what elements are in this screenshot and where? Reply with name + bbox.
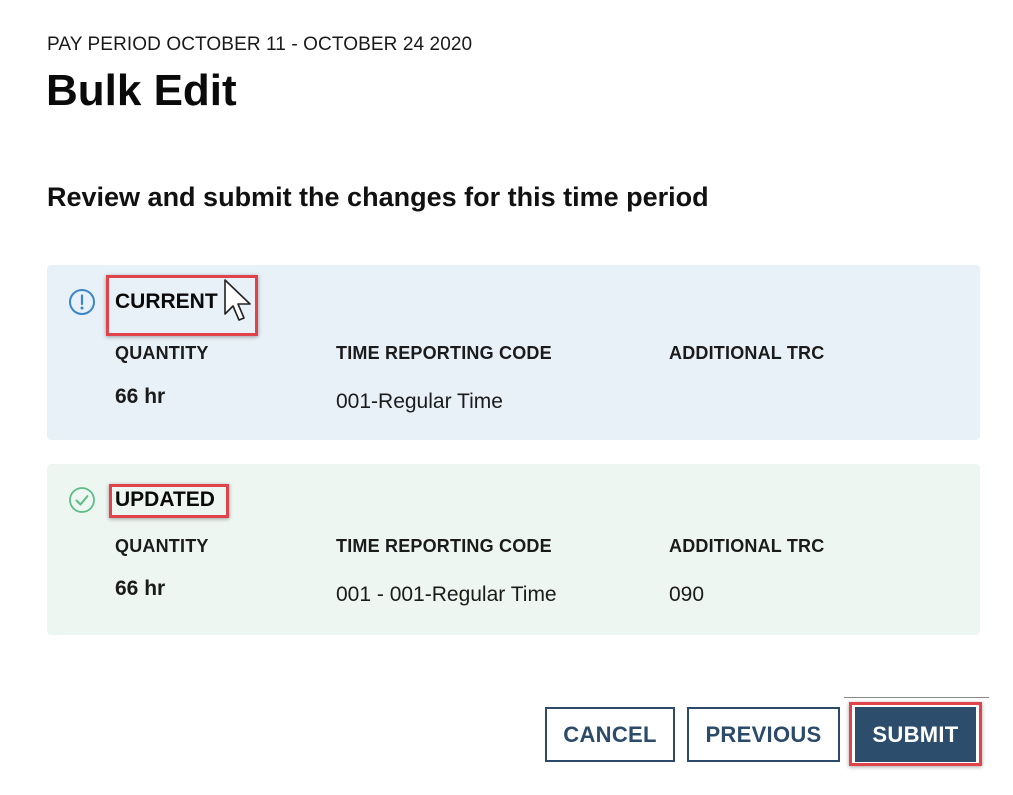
previous-button[interactable]: PREVIOUS [687,707,840,762]
page-title: Bulk Edit [46,66,237,115]
submit-highlight-box [849,702,982,766]
updated-additional-trc: 090 [669,583,705,606]
time-reporting-code-label: TIME REPORTING CODE [336,343,552,363]
quantity-label: QUANTITY [115,343,209,363]
current-time-reporting-code: 001-Regular Time [336,390,503,413]
current-quantity: 66 hr [115,385,166,408]
check-circle-icon [69,487,95,513]
time-reporting-code-label: TIME REPORTING CODE [336,536,552,556]
quantity-label: QUANTITY [115,536,209,556]
additional-trc-label: ADDITIONAL TRC [669,536,825,556]
pay-period-label: PAY PERIOD OCTOBER 11 - OCTOBER 24 2020 [47,34,473,55]
updated-highlight-box [109,484,229,518]
updated-time-reporting-code: 001 - 001-Regular Time [336,583,557,606]
cancel-button[interactable]: CANCEL [545,707,675,762]
mouse-pointer-icon [224,279,251,321]
additional-trc-label: ADDITIONAL TRC [669,343,825,363]
review-subtitle: Review and submit the changes for this t… [47,182,709,212]
info-circle-icon [69,289,95,315]
divider [844,697,989,698]
updated-quantity: 66 hr [115,577,166,600]
